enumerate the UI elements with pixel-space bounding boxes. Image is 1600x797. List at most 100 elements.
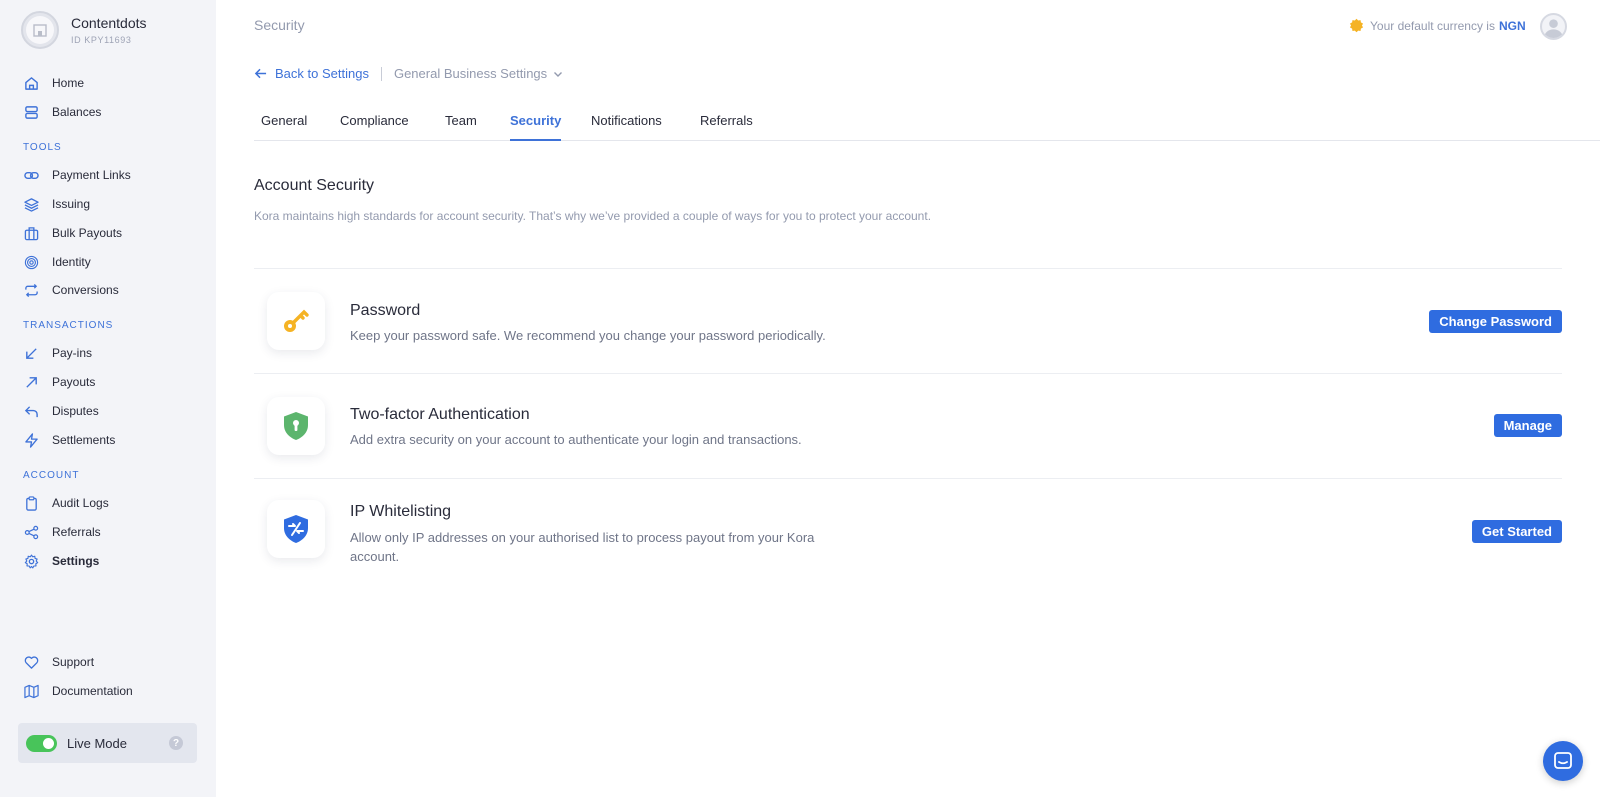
business-avatar — [21, 11, 59, 49]
back-to-settings-link[interactable]: Back to Settings — [254, 66, 369, 81]
home-icon — [23, 75, 39, 91]
sidebar-item-label: Identity — [52, 255, 91, 269]
sidebar-item-label: Settings — [52, 554, 100, 568]
help-icon[interactable]: ? — [169, 736, 183, 750]
security-item-ip-whitelisting: IP Whitelisting Allow only IP addresses … — [254, 478, 1562, 588]
tab-referrals[interactable]: Referrals — [700, 113, 753, 141]
settings-dropdown[interactable]: General Business Settings — [394, 66, 563, 81]
two-factor-title: Two-factor Authentication — [350, 406, 530, 423]
link-icon — [23, 167, 39, 183]
shield-lock-icon — [267, 397, 325, 455]
sidebar-item-label: Conversions — [52, 283, 119, 297]
section-tools-title: TOOLS — [23, 142, 62, 153]
sidebar-item-label: Referrals — [52, 525, 101, 539]
page-title: Security — [254, 17, 305, 33]
sidebar-item-settlements[interactable]: Settlements — [23, 430, 115, 450]
live-mode-panel: Live Mode ? — [18, 723, 197, 763]
sidebar-item-bulk-payouts[interactable]: Bulk Payouts — [23, 223, 122, 243]
sidebar-item-label: Support — [52, 655, 95, 669]
zap-icon — [23, 432, 39, 448]
sidebar-item-pay-ins[interactable]: Pay-ins — [23, 343, 92, 363]
currency-text: Your default currency is — [1370, 18, 1495, 33]
sidebar-item-support[interactable]: Support — [23, 652, 94, 672]
sidebar-item-conversions[interactable]: Conversions — [23, 280, 119, 300]
sidebar-item-label: Balances — [52, 105, 102, 119]
chevron-down-icon — [554, 71, 563, 77]
business-name: Contentdots — [71, 15, 147, 31]
tab-compliance[interactable]: Compliance — [340, 113, 409, 141]
sidebar-item-disputes[interactable]: Disputes — [23, 401, 99, 421]
sidebar-item-documentation[interactable]: Documentation — [23, 681, 133, 701]
sidebar-item-label: Disputes — [52, 404, 99, 418]
chat-launcher-button[interactable] — [1543, 741, 1583, 781]
map-icon — [23, 683, 39, 699]
corner-up-left-icon — [23, 403, 39, 419]
manage-two-factor-button[interactable]: Manage — [1493, 414, 1562, 437]
briefcase-icon — [23, 225, 39, 241]
sidebar-item-label: Documentation — [52, 684, 133, 698]
breadcrumb-divider — [380, 66, 382, 81]
sidebar: Contentdots ID KPY11693 Home Balances TO… — [0, 0, 216, 797]
sidebar-item-label: Payouts — [52, 375, 96, 389]
sidebar-item-home[interactable]: Home — [23, 73, 84, 93]
live-mode-toggle[interactable] — [26, 734, 57, 752]
building-icon — [33, 24, 47, 37]
sidebar-item-audit-logs[interactable]: Audit Logs — [23, 493, 109, 513]
fingerprint-icon — [23, 254, 39, 270]
ip-whitelisting-description: Allow only IP addresses on your authoris… — [350, 528, 814, 566]
share-icon — [23, 524, 39, 540]
gear-icon — [23, 553, 39, 569]
repeat-icon — [23, 282, 39, 298]
sidebar-item-label: Settlements — [52, 433, 116, 447]
section-account-title: ACCOUNT — [23, 470, 80, 481]
sidebar-item-label: Issuing — [52, 197, 91, 211]
section-title: Account Security — [254, 177, 375, 194]
live-mode-label: Live Mode — [67, 735, 127, 751]
shield-ip-icon — [267, 500, 325, 558]
password-description: Keep your password safe. We recommend yo… — [350, 328, 826, 343]
brand[interactable]: Contentdots ID KPY11693 — [21, 11, 147, 49]
sidebar-item-balances[interactable]: Balances — [23, 102, 101, 122]
section-transactions-title: TRANSACTIONS — [23, 320, 114, 331]
ip-whitelisting-title: IP Whitelisting — [350, 503, 452, 520]
arrow-left-icon — [254, 68, 267, 79]
get-started-button[interactable]: Get Started — [1471, 520, 1562, 543]
breadcrumb: Back to Settings General Business Settin… — [254, 66, 563, 81]
heart-icon — [23, 654, 39, 670]
business-id: ID KPY11693 — [71, 35, 132, 45]
user-icon — [1543, 19, 1564, 38]
tab-general[interactable]: General — [261, 113, 307, 141]
sidebar-item-referrals[interactable]: Referrals — [23, 522, 101, 542]
sidebar-item-label: Pay-ins — [52, 346, 93, 360]
tab-team[interactable]: Team — [445, 113, 477, 141]
security-item-password: Password Keep your password safe. We rec… — [254, 268, 1562, 373]
currency-indicator: Your default currency is NGN — [1349, 18, 1526, 33]
sidebar-item-payouts[interactable]: Payouts — [23, 372, 95, 392]
sidebar-item-label: Payment Links — [52, 168, 131, 182]
currency-code: NGN — [1498, 18, 1526, 33]
user-avatar[interactable] — [1540, 13, 1567, 40]
two-factor-description: Add extra security on your account to au… — [350, 432, 802, 447]
sidebar-item-label: Bulk Payouts — [52, 226, 123, 240]
settings-tabs: General Compliance Team Security Notific… — [254, 105, 1600, 141]
tab-security[interactable]: Security — [510, 113, 562, 141]
back-link-label: Back to Settings — [275, 66, 369, 81]
layers-icon — [23, 196, 39, 212]
sidebar-item-settings[interactable]: Settings — [23, 551, 99, 571]
sidebar-item-issuing[interactable]: Issuing — [23, 194, 90, 214]
clipboard-icon — [23, 495, 39, 511]
database-icon — [23, 104, 39, 120]
ip-whitelisting-description-line: account. — [350, 549, 400, 564]
change-password-button[interactable]: Change Password — [1429, 310, 1562, 333]
arrow-up-right-icon — [23, 374, 39, 390]
tab-notifications[interactable]: Notifications — [591, 113, 662, 141]
section-description: Kora maintains high standards for accoun… — [254, 209, 932, 223]
sidebar-item-label: Audit Logs — [52, 496, 109, 510]
sidebar-item-payment-links[interactable]: Payment Links — [23, 165, 131, 185]
sidebar-item-identity[interactable]: Identity — [23, 252, 91, 272]
key-icon — [267, 292, 325, 350]
security-item-two-factor: Two-factor Authentication Add extra secu… — [254, 373, 1562, 478]
settings-dropdown-label: General Business Settings — [393, 66, 548, 81]
arrow-down-left-icon — [23, 345, 39, 361]
sidebar-item-label: Home — [52, 76, 85, 90]
